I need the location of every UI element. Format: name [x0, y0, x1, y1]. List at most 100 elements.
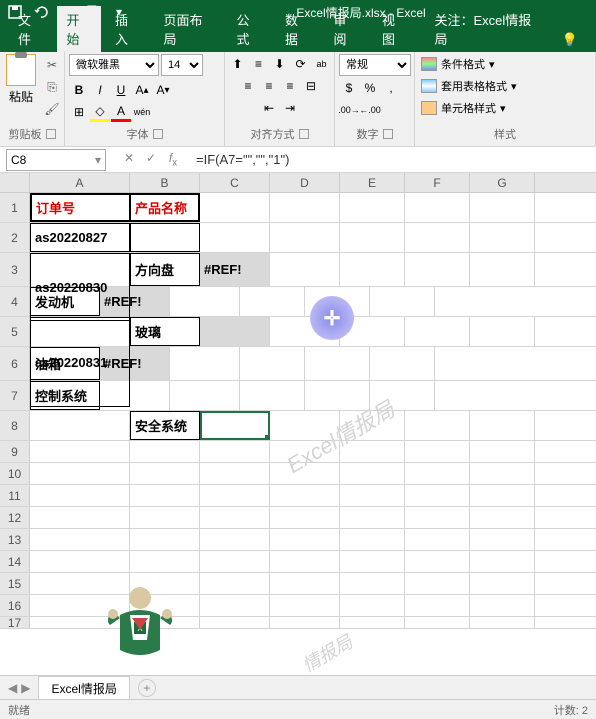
cell[interactable] — [470, 317, 535, 346]
cell[interactable]: 玻璃 — [130, 317, 200, 346]
italic-button[interactable]: I — [90, 80, 110, 100]
cell[interactable] — [340, 485, 405, 506]
cell[interactable] — [405, 507, 470, 528]
row-header[interactable]: 10 — [0, 463, 30, 484]
col-header[interactable]: F — [405, 173, 470, 192]
row-header[interactable]: 7 — [0, 381, 30, 410]
cell[interactable] — [470, 193, 535, 222]
row-header[interactable]: 4 — [0, 287, 30, 316]
cell[interactable] — [200, 411, 270, 440]
row-header[interactable]: 14 — [0, 551, 30, 572]
merge-cells-icon[interactable]: ⊟ — [301, 76, 321, 96]
cell[interactable] — [270, 573, 340, 594]
menu-insert[interactable]: 插入 — [105, 6, 150, 52]
cell[interactable] — [270, 485, 340, 506]
col-header[interactable]: G — [470, 173, 535, 192]
name-box[interactable]: C8▾ — [6, 149, 106, 171]
cell[interactable]: as20220831 — [30, 317, 130, 407]
bold-button[interactable]: B — [69, 80, 89, 100]
cell[interactable] — [30, 529, 130, 550]
cell[interactable] — [270, 617, 340, 628]
cell[interactable] — [130, 617, 200, 628]
conditional-format-button[interactable]: 条件格式 ▾ — [419, 54, 497, 74]
cell[interactable] — [340, 317, 405, 346]
cell[interactable] — [130, 485, 200, 506]
cancel-formula-icon[interactable]: ✕ — [120, 151, 138, 168]
fx-icon[interactable]: fx — [164, 151, 182, 168]
font-name-select[interactable]: 微软雅黑 — [69, 54, 159, 76]
cell[interactable] — [270, 193, 340, 222]
cell[interactable] — [305, 381, 370, 410]
currency-icon[interactable]: $ — [339, 78, 359, 98]
formula-bar[interactable]: =IF(A7="","","1") — [190, 152, 596, 167]
format-painter-icon[interactable]: 🖌 — [41, 98, 63, 120]
cell[interactable] — [30, 485, 130, 506]
cell[interactable]: 安全系统 — [130, 411, 200, 440]
cell[interactable] — [30, 573, 130, 594]
cell[interactable] — [470, 485, 535, 506]
cell[interactable] — [30, 551, 130, 572]
cell[interactable] — [240, 287, 305, 316]
row-header[interactable]: 8 — [0, 411, 30, 440]
phonetic-button[interactable]: wén — [132, 102, 152, 122]
cell[interactable] — [470, 551, 535, 572]
cell[interactable] — [130, 595, 200, 616]
row-header[interactable]: 11 — [0, 485, 30, 506]
percent-icon[interactable]: % — [360, 78, 380, 98]
row-header[interactable]: 6 — [0, 347, 30, 380]
decrease-font-icon[interactable]: A▾ — [153, 80, 173, 100]
cell[interactable] — [340, 595, 405, 616]
cell-style-button[interactable]: 单元格样式 ▾ — [419, 98, 508, 118]
tab-next-icon[interactable]: ▶ — [21, 681, 30, 695]
clipboard-launcher[interactable] — [46, 129, 56, 139]
cell[interactable] — [240, 347, 305, 380]
cell[interactable] — [470, 595, 535, 616]
align-launcher[interactable] — [299, 129, 309, 139]
align-middle-icon[interactable]: ≡ — [249, 54, 269, 74]
cell[interactable] — [30, 507, 130, 528]
row-header[interactable]: 1 — [0, 193, 30, 222]
align-right-icon[interactable]: ≡ — [280, 76, 300, 96]
cell[interactable] — [200, 485, 270, 506]
cell[interactable] — [340, 193, 405, 222]
cell[interactable] — [405, 551, 470, 572]
cell[interactable]: #REF! — [200, 253, 270, 286]
cell[interactable] — [270, 463, 340, 484]
row-header[interactable]: 13 — [0, 529, 30, 550]
cell[interactable] — [30, 411, 130, 440]
cell[interactable] — [30, 463, 130, 484]
cell[interactable] — [200, 573, 270, 594]
row-header[interactable]: 17 — [0, 617, 30, 628]
cell[interactable] — [200, 507, 270, 528]
underline-button[interactable]: U — [111, 80, 131, 100]
cell[interactable] — [405, 441, 470, 462]
align-left-icon[interactable]: ≡ — [238, 76, 258, 96]
fill-color-button[interactable]: ◇ — [90, 102, 110, 122]
sheet-tab[interactable]: Excel情报局 — [38, 676, 129, 700]
cell[interactable] — [270, 223, 340, 252]
col-header[interactable]: D — [270, 173, 340, 192]
cell[interactable] — [470, 463, 535, 484]
cell[interactable] — [130, 223, 200, 252]
paste-button[interactable]: 粘贴 — [1, 54, 41, 120]
copy-icon[interactable]: ⎘ — [41, 76, 63, 98]
cell[interactable] — [340, 617, 405, 628]
align-top-icon[interactable]: ⬆ — [228, 54, 248, 74]
cell[interactable] — [405, 463, 470, 484]
menu-view[interactable]: 视图 — [372, 6, 417, 52]
cell[interactable] — [470, 253, 535, 286]
align-bottom-icon[interactable]: ⬇ — [270, 54, 290, 74]
cell[interactable] — [370, 381, 435, 410]
number-launcher[interactable] — [383, 129, 393, 139]
add-sheet-button[interactable]: + — [138, 679, 156, 697]
increase-font-icon[interactable]: A▴ — [132, 80, 152, 100]
cell[interactable] — [340, 551, 405, 572]
cell[interactable] — [130, 507, 200, 528]
cell[interactable]: as20220830 — [30, 253, 130, 321]
font-size-select[interactable]: 14 — [161, 54, 203, 76]
menu-home[interactable]: 开始 — [57, 6, 102, 52]
cell[interactable] — [470, 529, 535, 550]
cell[interactable] — [200, 463, 270, 484]
select-all[interactable] — [0, 173, 30, 192]
cell[interactable] — [370, 287, 435, 316]
